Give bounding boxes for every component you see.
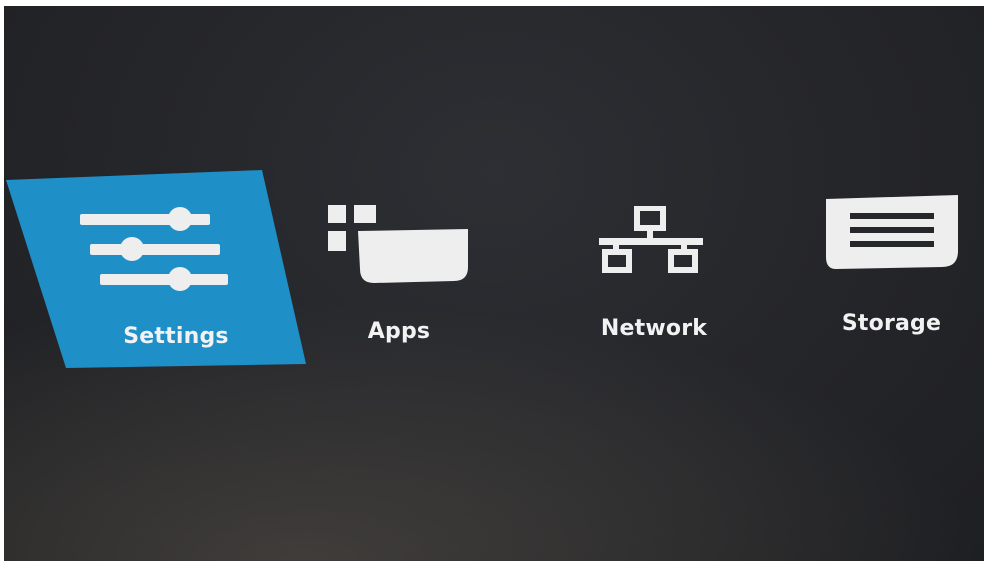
- menu-item-label: Storage: [841, 311, 942, 336]
- storage-icon: [826, 195, 958, 269]
- menu-item-label: Apps: [367, 319, 431, 344]
- menu-item-settings[interactable]: Settings: [6, 170, 306, 370]
- menu-item-network[interactable]: Network: [579, 206, 729, 346]
- sliders-icon: [80, 207, 228, 291]
- apps-icon: [328, 205, 468, 283]
- network-icon: [599, 206, 703, 273]
- menu-item-label: Network: [600, 316, 708, 341]
- menu-item-storage[interactable]: Storage: [804, 191, 969, 341]
- tv-screen: Settings Apps Network Storage: [4, 6, 984, 561]
- menu-item-apps[interactable]: Apps: [324, 201, 474, 351]
- menu-item-label: Settings: [123, 324, 229, 349]
